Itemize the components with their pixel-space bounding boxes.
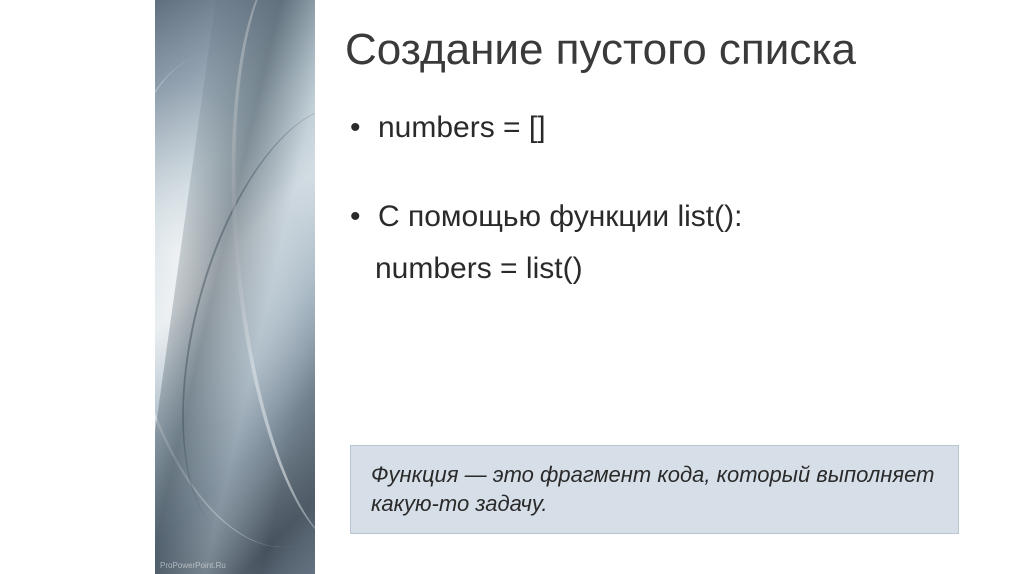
definition-box: Функция — это фрагмент кода, который вып… xyxy=(350,445,959,534)
slide-content: Создание пустого списка numbers = [] С п… xyxy=(315,0,1024,574)
watermark-text: ProPowerPoint.Ru xyxy=(160,561,226,570)
decorative-sidebar: ProPowerPoint.Ru xyxy=(155,0,315,574)
slide-title: Создание пустого списка xyxy=(345,25,984,76)
sub-text: numbers = list() xyxy=(375,252,984,286)
slide-container: ProPowerPoint.Ru Создание пустого списка… xyxy=(0,0,1024,574)
bullet-item: numbers = [] xyxy=(350,111,984,145)
bullet-item: С помощью функции list(): xyxy=(350,200,984,234)
definition-text: Функция — это фрагмент кода, который вып… xyxy=(371,460,938,519)
bullet-list: numbers = [] С помощью функции list(): xyxy=(350,111,984,234)
